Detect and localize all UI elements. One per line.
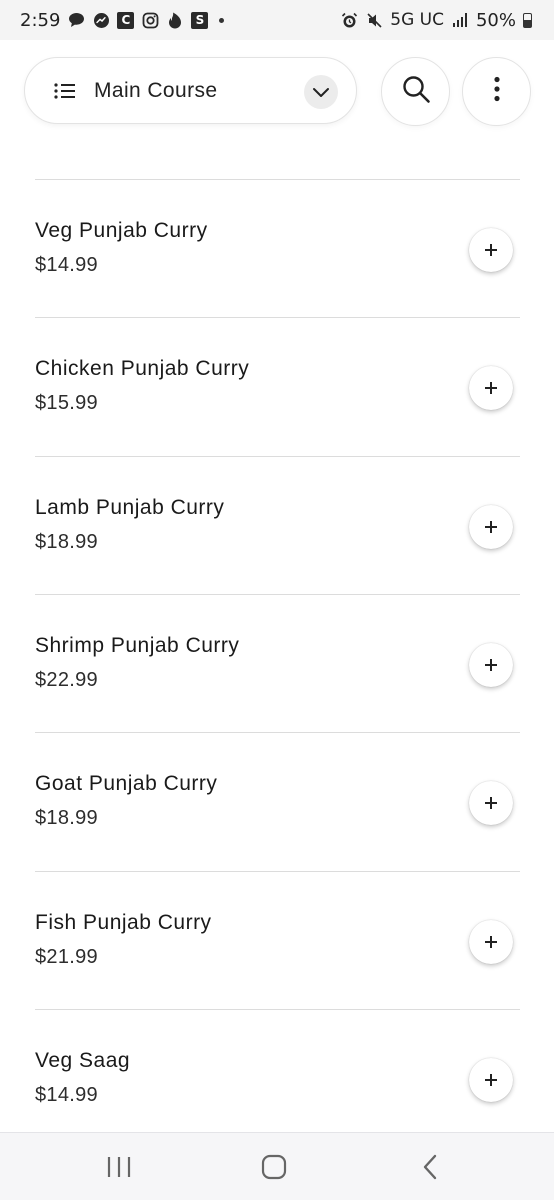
item-name: Chicken Punjab Curry (35, 357, 250, 380)
item-name: Goat Punjab Curry (35, 772, 218, 795)
search-button[interactable] (381, 57, 450, 126)
item-name: Lamb Punjab Curry (35, 496, 225, 519)
item-price: $14.99 (35, 254, 98, 276)
item-name: Veg Saag (35, 1049, 131, 1072)
alarm-icon (340, 11, 358, 29)
menu-item[interactable]: Lamb Punjab Curry $18.99 (0, 457, 554, 595)
tinder-icon (166, 11, 184, 29)
menu-item[interactable]: Fish Punjab Curry $21.99 (0, 872, 554, 1010)
network-type: 5G UC (390, 10, 444, 30)
list-icon (54, 82, 76, 100)
instagram-icon (141, 11, 159, 29)
menu-item[interactable]: Goat Punjab Curry $18.99 (0, 733, 554, 871)
status-left: 2:59 C S (20, 9, 225, 31)
more-options-button[interactable] (462, 57, 531, 126)
add-item-button[interactable] (469, 505, 513, 549)
menu-item[interactable]: Veg Saag $14.99 (0, 1010, 554, 1148)
add-item-button[interactable] (469, 228, 513, 272)
status-bar: 2:59 C S 5G UC 50% (0, 0, 554, 40)
category-label: Main Course (94, 78, 218, 102)
add-item-button[interactable] (469, 1058, 513, 1102)
back-button[interactable] (390, 1133, 470, 1200)
back-icon (423, 1154, 437, 1180)
chat-bubble-icon (67, 11, 85, 29)
more-vertical-icon (493, 76, 501, 107)
plus-icon (485, 936, 497, 948)
plus-icon (485, 1074, 497, 1086)
item-name: Shrimp Punjab Curry (35, 634, 240, 657)
c-app-icon: C (117, 11, 135, 29)
menu-item[interactable]: Veg Punjab Curry $14.99 (0, 180, 554, 318)
battery-percent: 50% (475, 9, 516, 31)
navigation-bar (0, 1132, 554, 1200)
mute-icon (365, 11, 383, 29)
status-time: 2:59 (20, 9, 61, 31)
category-selector[interactable]: Main Course (24, 57, 357, 124)
item-price: $14.99 (35, 1084, 98, 1106)
item-name: Veg Punjab Curry (35, 219, 208, 242)
plus-icon (485, 659, 497, 671)
item-price: $21.99 (35, 946, 98, 968)
messenger-icon (92, 11, 110, 29)
plus-icon (485, 521, 497, 533)
plus-icon (485, 244, 497, 256)
plus-icon (485, 797, 497, 809)
item-price: $18.99 (35, 531, 98, 553)
add-item-button[interactable] (469, 920, 513, 964)
signal-icon (451, 11, 469, 29)
item-name: Fish Punjab Curry (35, 911, 212, 934)
s-app-icon: S (191, 11, 209, 29)
home-button[interactable] (234, 1133, 314, 1200)
menu-item[interactable]: Chicken Punjab Curry $15.99 (0, 318, 554, 456)
battery-icon (523, 12, 532, 28)
menu-item[interactable]: Shrimp Punjab Curry $22.99 (0, 595, 554, 733)
status-right: 5G UC 50% (340, 10, 532, 31)
add-item-button[interactable] (469, 643, 513, 687)
item-price: $22.99 (35, 669, 98, 691)
add-item-button[interactable] (469, 366, 513, 410)
item-price: $18.99 (35, 807, 98, 829)
search-icon (401, 74, 431, 109)
recents-button[interactable] (79, 1133, 159, 1200)
home-icon (261, 1154, 287, 1180)
plus-icon (485, 382, 497, 394)
recents-icon (107, 1157, 131, 1177)
add-item-button[interactable] (469, 781, 513, 825)
item-price: $15.99 (35, 392, 98, 414)
more-notifications-dot (219, 17, 225, 23)
chevron-down-icon[interactable] (304, 75, 338, 109)
